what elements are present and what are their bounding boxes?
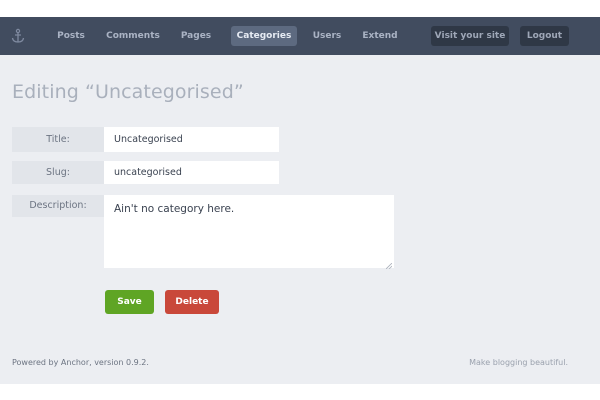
resize-grip-icon[interactable]	[385, 260, 393, 270]
description-label: Description:	[12, 195, 104, 217]
nav-item-pages[interactable]: Pages	[172, 26, 220, 46]
title-input[interactable]	[104, 127, 279, 152]
app-window: Posts Comments Pages Categories Users Ex…	[0, 17, 600, 384]
visit-site-button[interactable]: Visit your site	[431, 26, 509, 46]
footer-tagline: Make blogging beautiful.	[469, 358, 568, 367]
description-text: Ain't no category here.	[114, 203, 235, 215]
nav-item-categories[interactable]: Categories	[231, 26, 297, 46]
main-nav: Posts Comments Pages Categories Users Ex…	[48, 17, 403, 55]
save-button[interactable]: Save	[105, 290, 154, 314]
top-navigation-bar: Posts Comments Pages Categories Users Ex…	[0, 17, 600, 55]
title-label: Title:	[12, 127, 104, 152]
description-textarea[interactable]: Ain't no category here.	[104, 195, 394, 270]
slug-label: Slug:	[12, 161, 104, 184]
nav-item-comments[interactable]: Comments	[102, 26, 164, 46]
slug-input[interactable]	[104, 161, 279, 184]
nav-item-extend[interactable]: Extend	[357, 26, 403, 46]
anchor-icon[interactable]	[8, 27, 28, 45]
delete-button[interactable]: Delete	[165, 290, 219, 314]
page-title: Editing “Uncategorised”	[12, 81, 244, 103]
logout-button[interactable]: Logout	[520, 26, 569, 46]
nav-item-posts[interactable]: Posts	[48, 26, 94, 46]
nav-item-users[interactable]: Users	[305, 26, 349, 46]
footer-powered-by: Powered by Anchor, version 0.9.2.	[12, 358, 149, 367]
